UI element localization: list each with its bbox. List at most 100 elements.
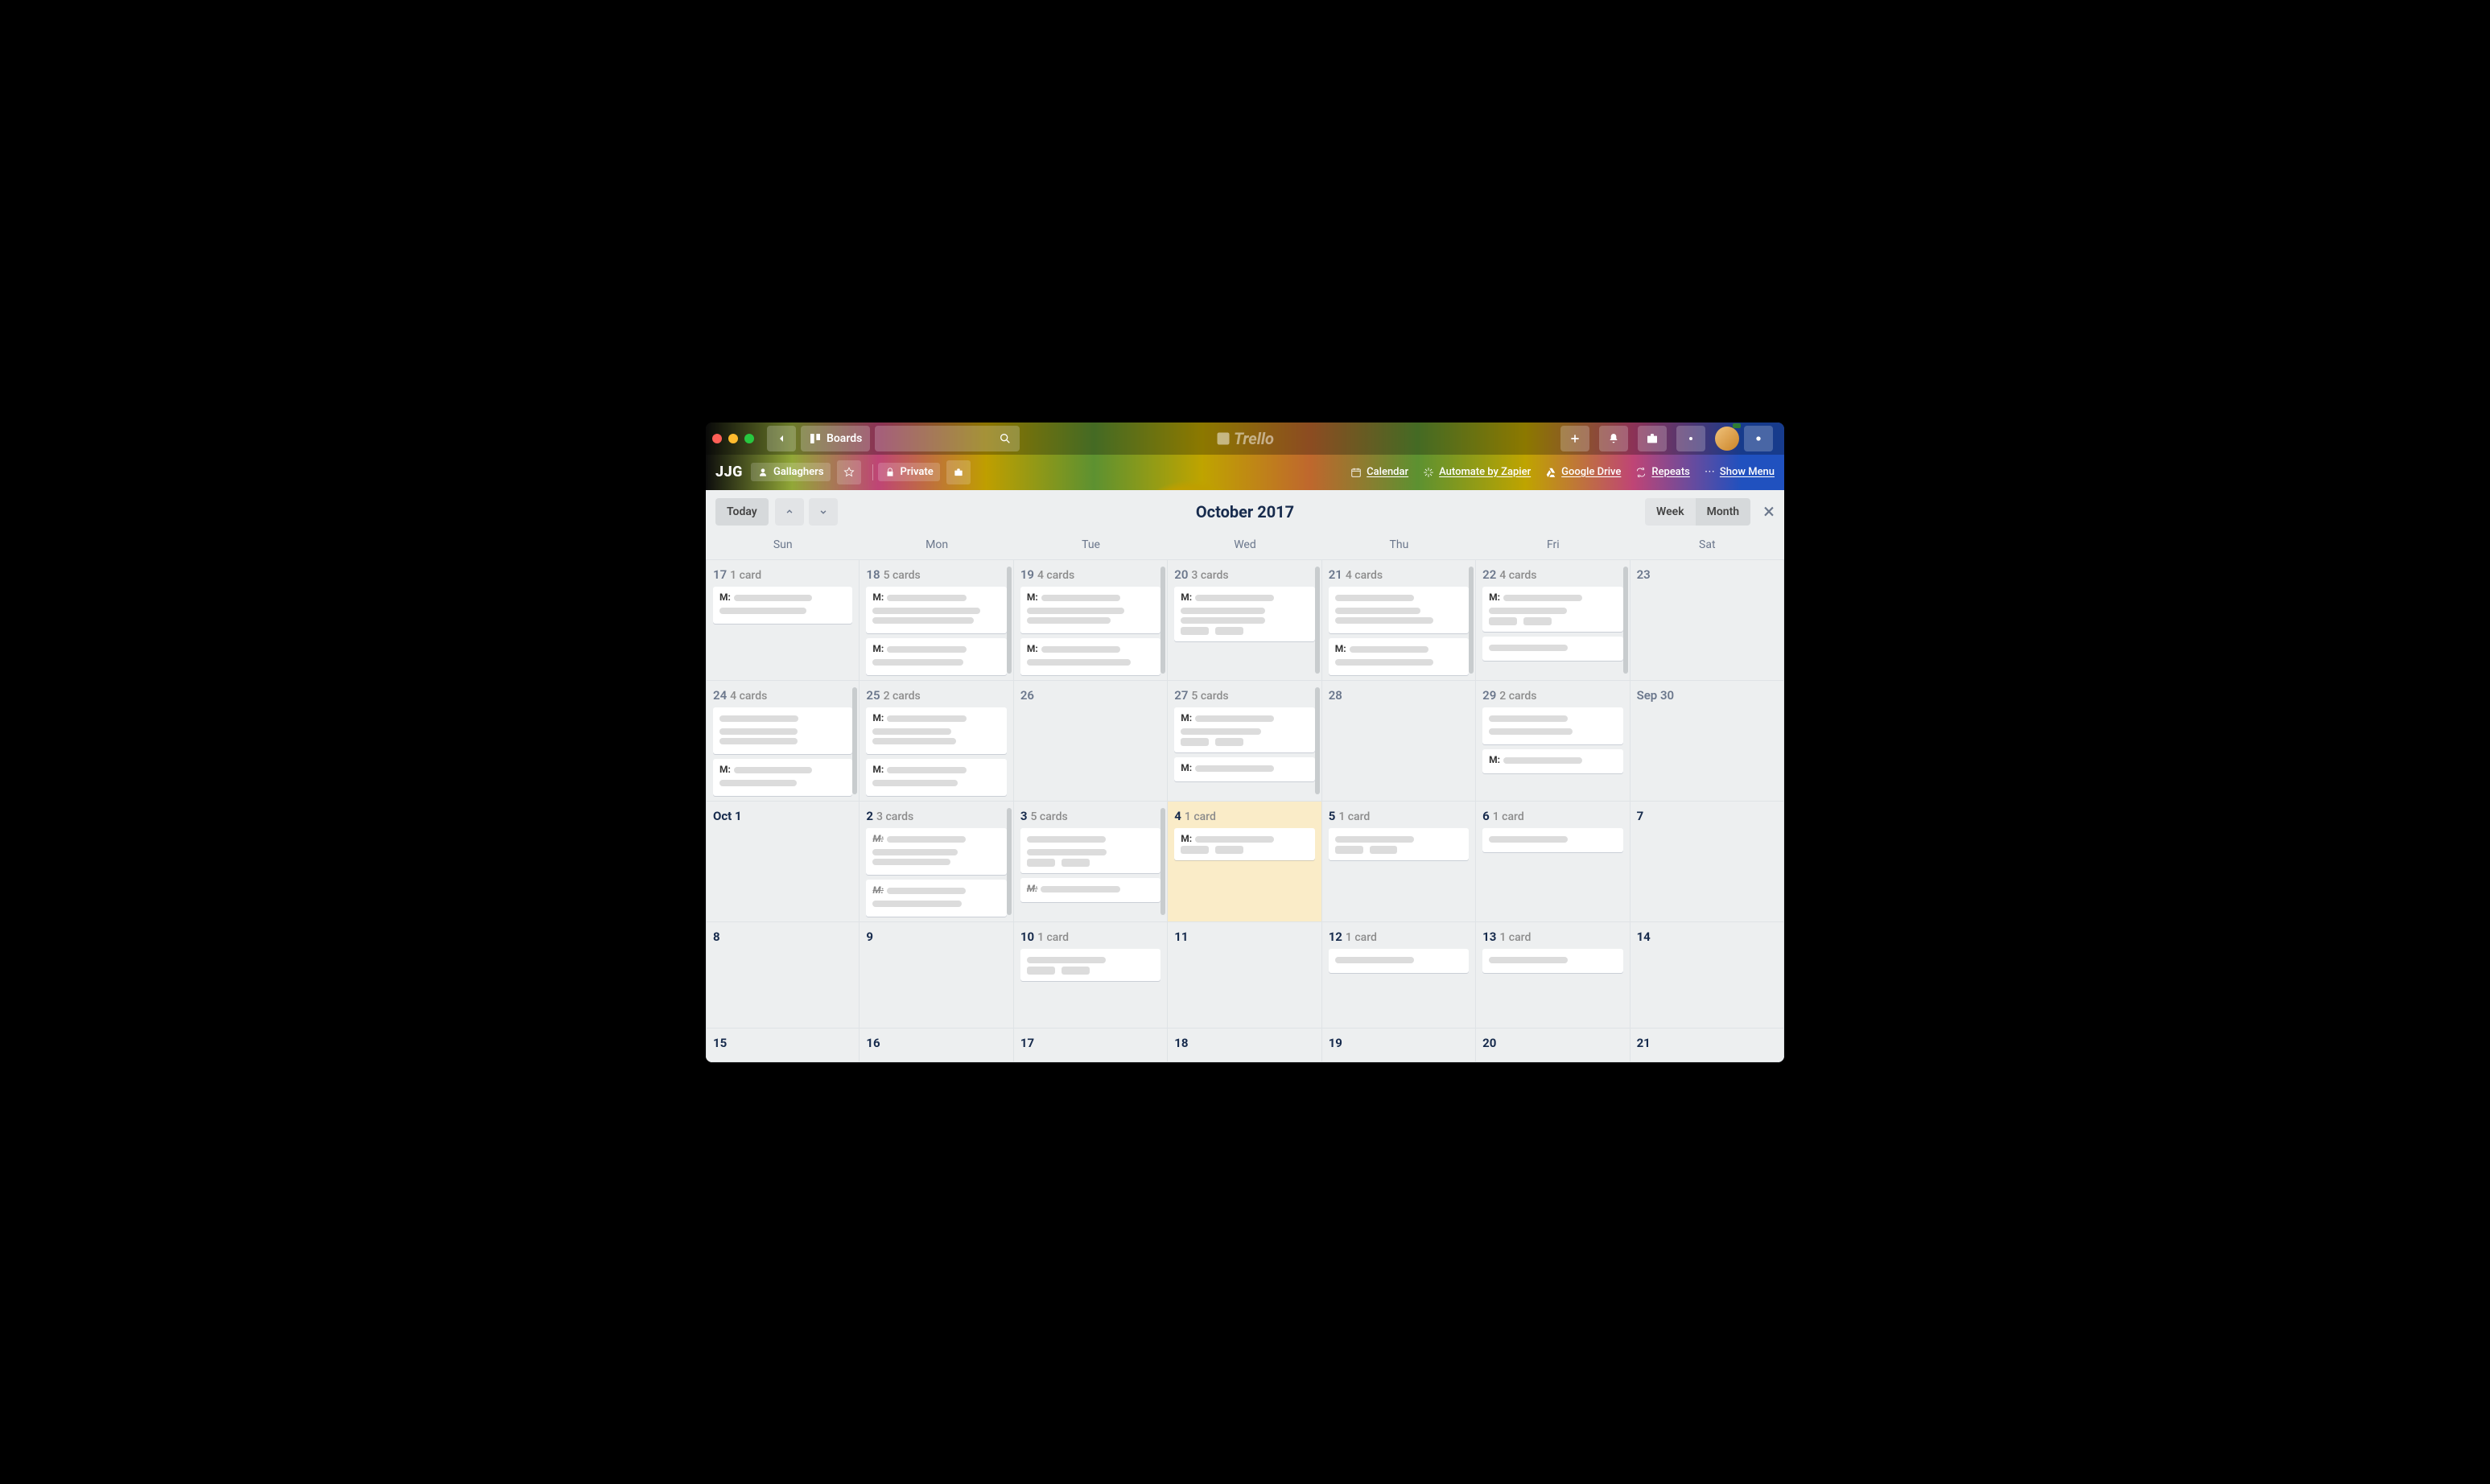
calendar-day-cell[interactable]: 21 bbox=[1630, 1028, 1784, 1062]
calendar-day-cell[interactable]: 244 cardsM: bbox=[706, 681, 860, 802]
team-chip[interactable]: Gallaghers bbox=[751, 463, 831, 481]
calendar-day-cell[interactable]: 61 card bbox=[1476, 802, 1630, 922]
prev-button[interactable] bbox=[775, 498, 804, 526]
calendar-day-cell[interactable]: 171 cardM: bbox=[706, 559, 860, 681]
calendar-day-cell[interactable]: 252 cardsM:M: bbox=[860, 681, 1013, 802]
close-calendar-button[interactable]: × bbox=[1763, 501, 1775, 522]
today-button[interactable]: Today bbox=[715, 498, 769, 526]
search-button[interactable] bbox=[875, 426, 1020, 451]
calendar-card[interactable] bbox=[1482, 828, 1622, 852]
calendar-card[interactable] bbox=[1329, 587, 1469, 633]
calendar-day-cell[interactable]: 9 bbox=[860, 922, 1013, 1028]
calendar-day-cell[interactable]: 8 bbox=[706, 922, 860, 1028]
calendar-day-cell[interactable]: 224 cardsM: bbox=[1476, 559, 1630, 681]
briefcase-button[interactable] bbox=[1638, 426, 1667, 451]
calendar-card[interactable] bbox=[1482, 637, 1622, 661]
boards-label: Boards bbox=[827, 432, 862, 445]
calendar-day-cell[interactable]: 214 cardsM: bbox=[1322, 559, 1476, 681]
appearance-button[interactable] bbox=[1744, 426, 1773, 451]
day-of-week-header: SunMonTueWedThuFriSat bbox=[706, 534, 1784, 559]
powerup-repeats[interactable]: Repeats bbox=[1635, 466, 1689, 478]
calendar-card[interactable]: M: bbox=[713, 587, 852, 624]
card-count: 1 card bbox=[1338, 810, 1370, 823]
star-button[interactable] bbox=[837, 460, 861, 484]
calendar-day-cell[interactable]: 41 cardM: bbox=[1168, 802, 1321, 922]
day-number: Oct 1 bbox=[713, 809, 742, 823]
calendar-day-cell[interactable]: Sep 30 bbox=[1630, 681, 1784, 802]
calendar-card[interactable]: M: bbox=[1482, 587, 1622, 632]
calendar-card[interactable]: M: bbox=[866, 638, 1006, 675]
calendar-card[interactable] bbox=[1482, 707, 1622, 744]
calendar-day-cell[interactable]: 19 bbox=[1322, 1028, 1476, 1062]
minimize-window-icon[interactable] bbox=[728, 434, 738, 443]
calendar-day-cell[interactable]: 121 card bbox=[1322, 922, 1476, 1028]
card-prefix: M: bbox=[1489, 592, 1500, 603]
calendar-card[interactable] bbox=[1020, 828, 1160, 873]
calendar-card[interactable] bbox=[1329, 949, 1469, 973]
day-number: 4 bbox=[1174, 809, 1181, 823]
powerup-gdrive[interactable]: Google Drive bbox=[1545, 466, 1621, 478]
briefcase-board-button[interactable] bbox=[946, 460, 971, 484]
maximize-window-icon[interactable] bbox=[744, 434, 754, 443]
powerup-zapier[interactable]: Automate by Zapier bbox=[1423, 466, 1531, 478]
calendar-card[interactable]: M: bbox=[1482, 749, 1622, 773]
close-window-icon[interactable] bbox=[712, 434, 722, 443]
calendar-day-cell[interactable]: 51 card bbox=[1322, 802, 1476, 922]
show-menu-button[interactable]: ⋯ Show Menu bbox=[1705, 466, 1775, 478]
calendar-card[interactable]: M: bbox=[866, 587, 1006, 633]
calendar-card[interactable]: M: bbox=[1329, 638, 1469, 675]
calendar-card[interactable] bbox=[713, 707, 852, 754]
calendar-day-cell[interactable]: 7 bbox=[1630, 802, 1784, 922]
calendar-day-cell[interactable]: 11 bbox=[1168, 922, 1321, 1028]
day-number: 2 bbox=[866, 809, 873, 823]
calendar-card[interactable]: M: bbox=[866, 828, 1006, 875]
calendar-card[interactable]: M: bbox=[866, 880, 1006, 917]
calendar-card[interactable]: M: bbox=[1020, 878, 1160, 902]
calendar-day-cell[interactable]: 26 bbox=[1014, 681, 1168, 802]
create-button[interactable] bbox=[1560, 426, 1589, 451]
notifications-button[interactable] bbox=[1599, 426, 1628, 451]
calendar-day-cell[interactable]: 14 bbox=[1630, 922, 1784, 1028]
settings-button[interactable] bbox=[1676, 426, 1705, 451]
day-number: 6 bbox=[1482, 809, 1490, 823]
calendar-day-cell[interactable]: 18 bbox=[1168, 1028, 1321, 1062]
calendar-card[interactable]: M: bbox=[866, 759, 1006, 796]
back-button[interactable] bbox=[767, 426, 796, 451]
calendar-card[interactable]: M: bbox=[713, 759, 852, 796]
calendar-day-cell[interactable]: 203 cardsM: bbox=[1168, 559, 1321, 681]
calendar-day-cell[interactable]: 28 bbox=[1322, 681, 1476, 802]
powerup-calendar[interactable]: Calendar bbox=[1350, 466, 1408, 478]
calendar-card[interactable] bbox=[1020, 949, 1160, 981]
calendar-day-cell[interactable]: 292 cardsM: bbox=[1476, 681, 1630, 802]
month-view-button[interactable]: Month bbox=[1696, 498, 1751, 526]
calendar-card[interactable]: M: bbox=[1020, 587, 1160, 633]
calendar-day-cell[interactable]: Oct 1 bbox=[706, 802, 860, 922]
week-view-button[interactable]: Week bbox=[1645, 498, 1696, 526]
calendar-day-cell[interactable]: 35 cardsM: bbox=[1014, 802, 1168, 922]
calendar-day-cell[interactable]: 131 card bbox=[1476, 922, 1630, 1028]
calendar-card[interactable]: M: bbox=[1020, 638, 1160, 675]
calendar-day-cell[interactable]: 15 bbox=[706, 1028, 860, 1062]
calendar-day-cell[interactable]: 23 cardsM:M: bbox=[860, 802, 1013, 922]
calendar-day-cell[interactable]: 101 card bbox=[1014, 922, 1168, 1028]
calendar-card[interactable]: M: bbox=[1174, 707, 1314, 752]
calendar-card[interactable] bbox=[1482, 949, 1622, 973]
calendar-card[interactable]: M: bbox=[1174, 587, 1314, 641]
calendar-day-cell[interactable]: 16 bbox=[860, 1028, 1013, 1062]
next-button[interactable] bbox=[809, 498, 838, 526]
boards-button[interactable]: Boards bbox=[801, 426, 870, 451]
calendar-day-cell[interactable]: 17 bbox=[1014, 1028, 1168, 1062]
calendar-day-cell[interactable]: 275 cardsM:M: bbox=[1168, 681, 1321, 802]
calendar-card[interactable]: M: bbox=[1174, 757, 1314, 781]
calendar-card[interactable] bbox=[1329, 828, 1469, 860]
calendar-day-cell[interactable]: 194 cardsM:M: bbox=[1014, 559, 1168, 681]
visibility-chip[interactable]: Private bbox=[878, 463, 940, 481]
user-avatar[interactable] bbox=[1715, 427, 1739, 451]
calendar-day-cell[interactable]: 20 bbox=[1476, 1028, 1630, 1062]
calendar-day-cell[interactable]: 23 bbox=[1630, 559, 1784, 681]
calendar-card[interactable]: M: bbox=[1174, 828, 1314, 860]
calendar-day-cell[interactable]: 185 cardsM:M: bbox=[860, 559, 1013, 681]
board-title[interactable]: JJG bbox=[715, 464, 743, 480]
card-count: 4 cards bbox=[730, 690, 767, 703]
calendar-card[interactable]: M: bbox=[866, 707, 1006, 754]
